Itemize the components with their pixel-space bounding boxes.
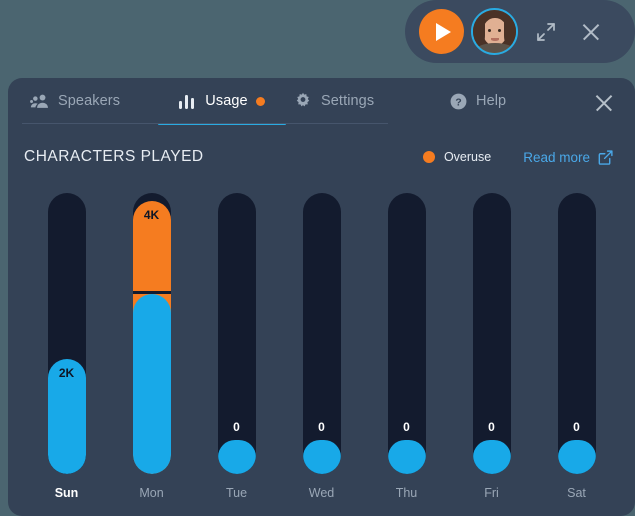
bar-value-label: 0 [403,420,410,435]
legend-color-swatch [422,151,435,163]
expand-icon[interactable] [534,20,558,44]
bar-track[interactable]: 0 [217,193,256,474]
bar-fill-normal [472,440,511,474]
bar-track[interactable]: 0 [302,193,341,474]
tab-help[interactable]: ? Help [450,78,550,124]
day-label: Tue [225,486,248,500]
bar-track[interactable]: 4K [132,193,171,474]
bar-chart-icon [179,93,196,109]
svg-text:?: ? [455,97,461,108]
bar-column-wed: 0 Wed [292,193,352,500]
bar-value-label: 4K [143,208,160,223]
avatar-hair-left [473,14,485,46]
bar-fill-normal [387,440,426,474]
avatar[interactable] [471,8,518,55]
tab-label: Speakers [58,93,121,109]
bar-segment-separator [132,291,171,295]
tab-divider [22,123,388,124]
bar-track[interactable]: 0 [387,193,426,474]
day-label: Mon [139,486,164,500]
bar-value-label: 0 [233,420,240,435]
day-label: Thu [395,486,418,500]
bar-value-label: 2K [58,365,75,380]
top-strip [0,0,635,78]
day-label: Fri [484,486,499,500]
legend-overuse: Overuse [422,150,492,164]
day-label: Wed [308,486,335,500]
tab-label: Help [476,93,507,109]
speakers-icon [30,93,49,109]
floating-player-bar [405,0,635,63]
bar-fill-normal [302,440,341,474]
bar-column-fri: 0 Fri [462,193,522,500]
read-more-label: Read more [523,149,590,165]
usage-badge-dot [255,96,265,106]
gear-icon [294,92,312,110]
close-icon[interactable] [580,21,602,43]
play-button[interactable] [419,9,464,54]
tab-settings[interactable]: Settings [294,78,414,124]
day-label: Sun [54,486,79,500]
tab-speakers[interactable]: Speakers [30,78,150,124]
bar-track[interactable]: 2K [47,193,86,474]
bar-fill-normal [217,440,256,474]
bar-track[interactable]: 0 [472,193,511,474]
external-link-icon [598,149,613,165]
bar-value-label: 0 [318,420,325,435]
avatar-eye-left [488,29,491,32]
bar-column-tue: 0 Tue [207,193,267,500]
legend-label: Overuse [443,150,492,164]
chart-header: CHARACTERS PLAYED Overuse Read more [8,148,635,166]
bar-value-label: 0 [488,420,495,435]
bar-track[interactable]: 0 [557,193,596,474]
bar-fill-normal [132,294,171,474]
usage-bar-chart: 2K Sun 4K Mon 0 Tue 0 Wed 0 Thu 0 Fri 0 Sat [8,180,635,500]
play-icon [436,22,451,41]
chart-header-right: Overuse Read more [422,150,613,165]
day-label: Sat [567,486,586,500]
help-circle-icon: ? [450,93,467,110]
tab-usage[interactable]: Usage [158,78,286,125]
bar-value-label: 0 [573,420,580,435]
tab-label: Settings [321,93,375,109]
avatar-eye-right [498,29,501,32]
usage-panel: Speakers Usage Settings ? Help CHARACTER… [8,78,635,516]
tab-bar: Speakers Usage Settings ? Help [8,78,635,125]
bar-column-mon: 4K Mon [122,193,182,500]
close-icon[interactable] [593,92,615,114]
tab-label: Usage [205,93,248,109]
page-title: CHARACTERS PLAYED [24,148,204,165]
bar-column-sun: 2K Sun [37,193,97,500]
avatar-shoulders [475,43,515,53]
read-more-link[interactable]: Read more [523,150,613,165]
bar-fill-normal [557,440,596,474]
avatar-mouth [491,38,499,41]
bar-column-sat: 0 Sat [547,193,607,500]
avatar-hair-right [504,14,516,46]
bar-column-thu: 0 Thu [377,193,437,500]
